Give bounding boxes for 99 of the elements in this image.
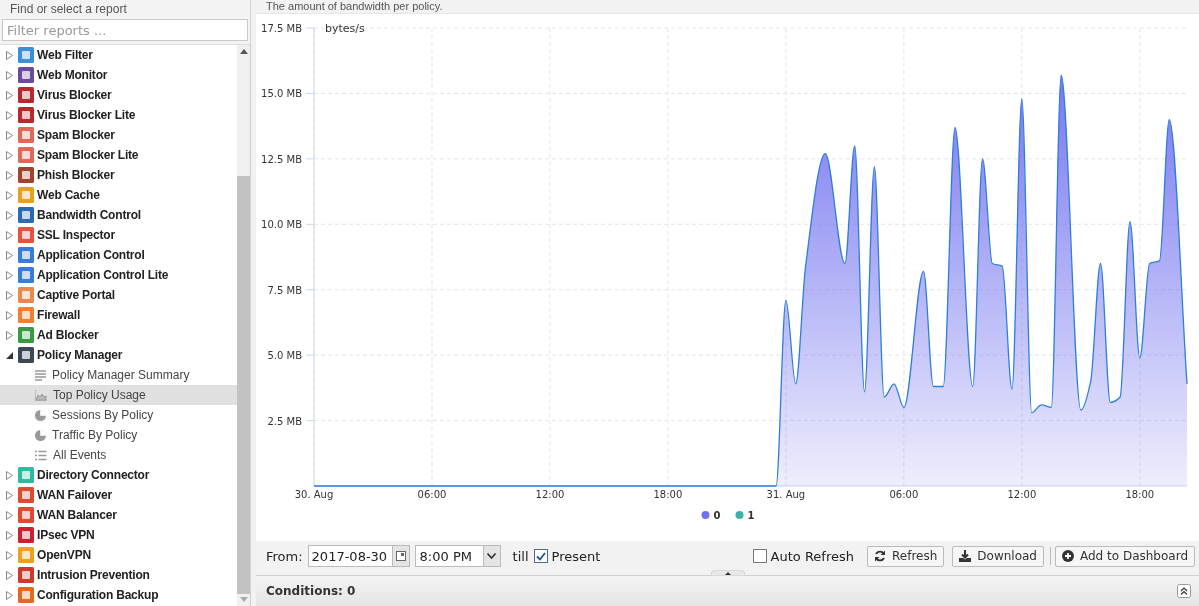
app-icon bbox=[18, 507, 34, 523]
tree-item[interactable]: Virus Blocker Lite bbox=[0, 105, 237, 125]
axis-title: bytes/s bbox=[325, 22, 365, 35]
y-axis-label: 5.0 MB bbox=[267, 350, 302, 362]
tree-item[interactable]: Spam Blocker bbox=[0, 125, 237, 145]
app-icon bbox=[18, 227, 34, 243]
scrollbar[interactable] bbox=[237, 45, 250, 606]
y-axis-label: 15.0 MB bbox=[261, 88, 302, 100]
tree-item[interactable]: Spam Blocker Lite bbox=[0, 145, 237, 165]
tree-item[interactable]: Directory Connector bbox=[0, 465, 237, 485]
tree-item[interactable]: Web Monitor bbox=[0, 65, 237, 85]
list-icon bbox=[35, 449, 47, 461]
tree-item[interactable]: Virus Blocker bbox=[0, 85, 237, 105]
tree-item[interactable]: Top Policy Usage bbox=[0, 385, 237, 405]
app-icon bbox=[18, 247, 34, 263]
tree-item[interactable]: Phish Blocker bbox=[0, 165, 237, 185]
app-icon bbox=[18, 87, 34, 103]
till-label: till bbox=[512, 548, 529, 564]
refresh-icon bbox=[874, 550, 886, 562]
tree-item[interactable]: Application Control bbox=[0, 245, 237, 265]
tree-item[interactable]: Captive Portal bbox=[0, 285, 237, 305]
conditions-title: Conditions: 0 bbox=[266, 584, 357, 598]
time-dropdown[interactable]: 8:00 PM bbox=[414, 545, 483, 567]
x-axis-label: 18:00 bbox=[1125, 489, 1155, 500]
pie-chart-icon bbox=[35, 429, 46, 441]
x-axis-label: 18:00 bbox=[653, 489, 683, 500]
app-icon bbox=[18, 467, 34, 483]
checkbox[interactable] bbox=[533, 549, 548, 563]
tree-item[interactable]: OpenVPN bbox=[0, 545, 237, 565]
y-axis-label: 10.0 MB bbox=[261, 219, 302, 231]
x-axis-label: 31. Aug bbox=[766, 489, 806, 500]
x-axis-label: 30. Aug bbox=[294, 489, 334, 500]
app-icon bbox=[18, 147, 34, 163]
app-icon bbox=[18, 547, 34, 563]
app-icon bbox=[18, 327, 34, 343]
checkbox-label[interactable]: Auto Refresh bbox=[770, 548, 854, 564]
tree-item[interactable]: Web Cache bbox=[0, 185, 237, 205]
x-axis-label: 12:00 bbox=[535, 489, 565, 500]
app-icon bbox=[18, 527, 34, 543]
app-icon bbox=[18, 567, 34, 583]
collapse-handle-icon[interactable] bbox=[710, 570, 745, 576]
from-label: From: bbox=[266, 548, 303, 564]
x-axis-label: 12:00 bbox=[1007, 489, 1037, 500]
collapse-arrow-icon[interactable] bbox=[6, 351, 13, 359]
app-icon bbox=[18, 287, 34, 303]
toolbar-button[interactable]: Add to Dashboard bbox=[1055, 545, 1195, 567]
tree-item[interactable]: Application Control Lite bbox=[0, 265, 237, 285]
date-field[interactable]: 2017-08-30 bbox=[307, 545, 392, 567]
toolbar-button[interactable]: Download bbox=[952, 545, 1044, 567]
tree-item[interactable]: Policy Manager bbox=[0, 345, 237, 365]
tree-item[interactable]: Web Filter bbox=[0, 45, 237, 65]
area-chart-icon bbox=[35, 389, 47, 401]
app-icon bbox=[18, 107, 34, 123]
y-axis-label: 7.5 MB bbox=[267, 284, 302, 296]
checkbox[interactable] bbox=[752, 549, 767, 563]
expand-icon[interactable] bbox=[1177, 584, 1191, 598]
app-icon bbox=[18, 207, 34, 223]
app-icon bbox=[18, 47, 34, 63]
app-icon bbox=[18, 67, 34, 83]
app-icon bbox=[18, 307, 34, 323]
app-icon bbox=[18, 487, 34, 503]
tree-item[interactable]: Configuration Backup bbox=[0, 585, 237, 605]
tree-item[interactable]: WAN Balancer bbox=[0, 505, 237, 525]
tree-item[interactable]: IPsec VPN bbox=[0, 525, 237, 545]
checkbox-label[interactable]: Present bbox=[551, 548, 601, 564]
scroll-thumb[interactable] bbox=[237, 176, 250, 594]
tree-item[interactable]: Sessions By Policy bbox=[0, 405, 237, 425]
app-icon bbox=[18, 167, 34, 183]
add-icon bbox=[1062, 550, 1074, 562]
tree-item[interactable]: Ad Blocker bbox=[0, 325, 237, 345]
app-icon bbox=[18, 347, 34, 363]
app-icon bbox=[18, 127, 34, 143]
legend-label: 0 bbox=[713, 510, 721, 521]
x-axis-label: 06:00 bbox=[889, 489, 919, 500]
report-description: The amount of bandwidth per policy. bbox=[265, 0, 444, 13]
app-icon bbox=[18, 267, 34, 283]
scroll-down-icon[interactable] bbox=[239, 597, 248, 602]
tree-item[interactable]: Intrusion Prevention bbox=[0, 565, 237, 585]
app-icon bbox=[18, 587, 34, 603]
tree-item[interactable]: Traffic By Policy bbox=[0, 425, 237, 445]
y-axis-label: 12.5 MB bbox=[261, 153, 302, 165]
tree-item[interactable]: Policy Manager Summary bbox=[0, 365, 237, 385]
filter-field[interactable]: Filter reports ... bbox=[2, 19, 248, 41]
tree-item[interactable]: SSL Inspector bbox=[0, 225, 237, 245]
x-axis-label: 06:00 bbox=[417, 489, 447, 500]
tree-item[interactable]: All Events bbox=[0, 445, 237, 465]
y-axis-label: 17.5 MB bbox=[261, 23, 302, 34]
pie-chart-icon bbox=[35, 409, 46, 421]
lines-icon bbox=[35, 369, 46, 381]
toolbar-button[interactable]: Refresh bbox=[867, 545, 945, 567]
y-axis-label: 2.5 MB bbox=[267, 415, 302, 427]
download-icon bbox=[959, 550, 972, 562]
legend-label: 1 bbox=[747, 510, 755, 521]
panel-title: Find or select a report bbox=[10, 1, 127, 16]
app-icon bbox=[18, 187, 34, 203]
tree-item[interactable]: WAN Failover bbox=[0, 485, 237, 505]
tree-item[interactable]: Firewall bbox=[0, 305, 237, 325]
tree-item[interactable]: Bandwidth Control bbox=[0, 205, 237, 225]
scroll-up-icon[interactable] bbox=[239, 49, 248, 54]
